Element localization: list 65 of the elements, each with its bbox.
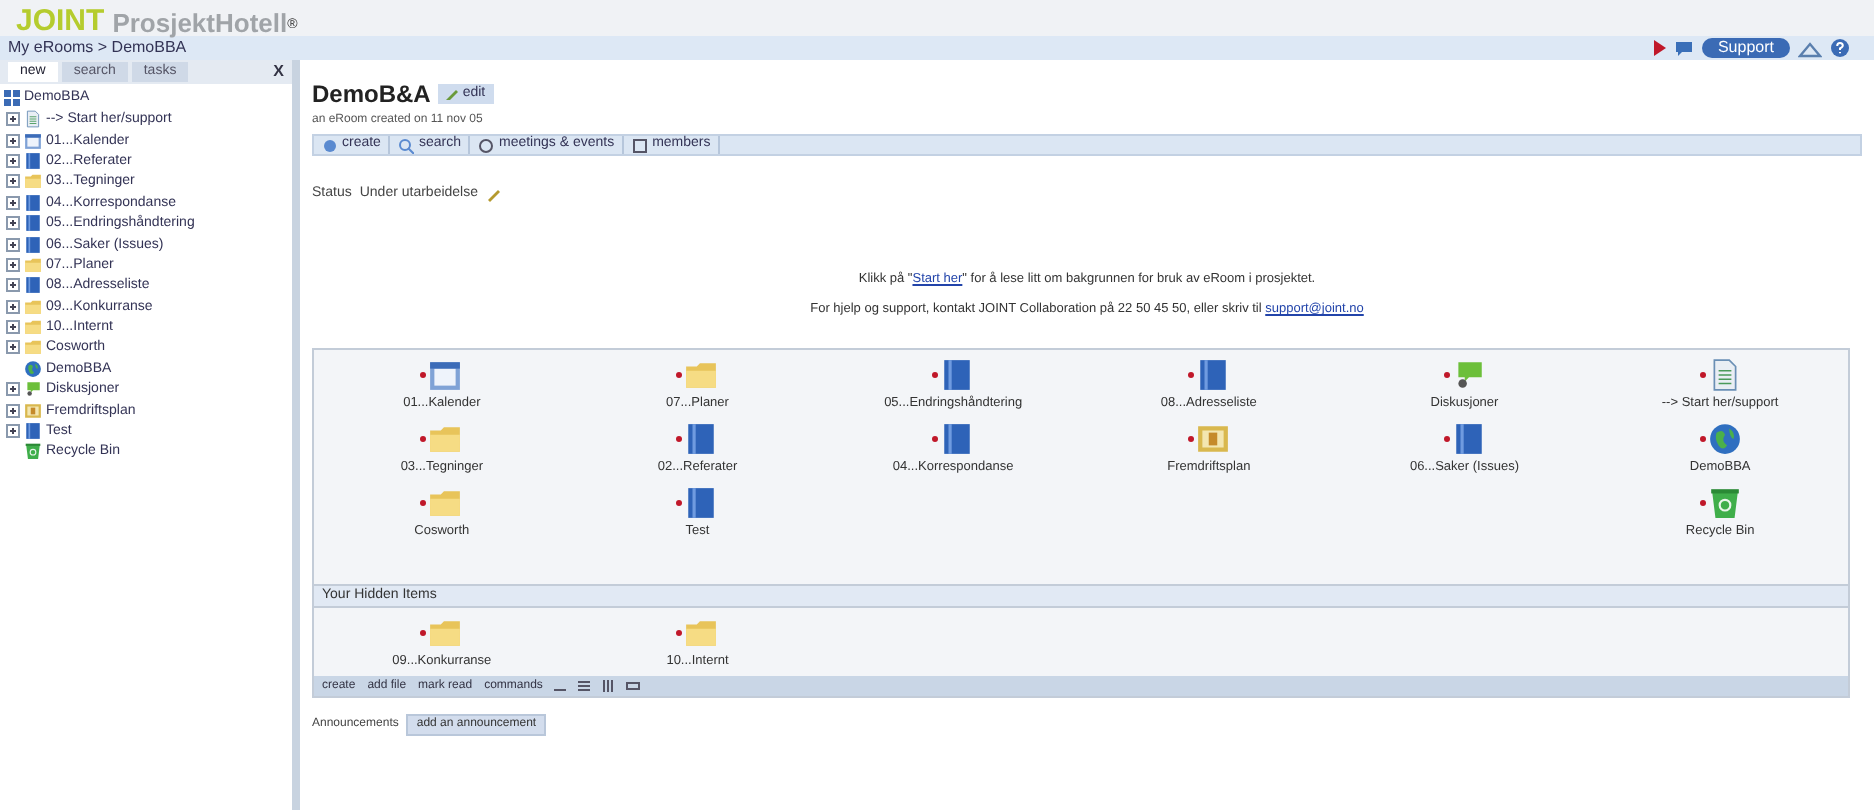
notebook-icon[interactable]	[1195, 358, 1230, 392]
expand-icon[interactable]	[6, 237, 20, 252]
marker-icon[interactable]	[420, 435, 427, 442]
details-view-icon[interactable]	[578, 680, 591, 692]
logo-text: JOINT	[16, 6, 105, 36]
expand-icon[interactable]	[6, 320, 20, 335]
expand-icon[interactable]	[6, 278, 20, 293]
search-icon[interactable]	[398, 137, 415, 153]
support-button[interactable]: Support	[1701, 38, 1790, 58]
calendar-icon[interactable]	[428, 358, 463, 392]
pencil-icon[interactable]	[486, 187, 503, 202]
room-title: DemoB&A	[312, 78, 431, 112]
expand-icon[interactable]	[6, 216, 20, 231]
calendar-icon[interactable]	[24, 131, 42, 150]
marker-icon[interactable]	[420, 630, 427, 637]
speech-bubble-icon[interactable]	[24, 380, 42, 399]
notebook-icon[interactable]	[940, 358, 975, 392]
marker-icon[interactable]	[1443, 372, 1450, 378]
chat-icon[interactable]	[1673, 39, 1694, 57]
marker-icon[interactable]	[420, 499, 427, 505]
notebook-icon[interactable]	[24, 235, 42, 254]
notebook-icon[interactable]	[1451, 421, 1486, 456]
expand-icon[interactable]	[6, 340, 20, 355]
globe-icon[interactable]	[24, 359, 42, 378]
marker-icon[interactable]	[1443, 435, 1450, 442]
expand-icon[interactable]	[6, 299, 20, 314]
marker-icon[interactable]	[676, 372, 683, 378]
room-icon[interactable]	[4, 90, 20, 107]
marker-icon[interactable]	[676, 435, 683, 442]
marker-icon[interactable]	[1187, 372, 1194, 378]
marker-icon[interactable]	[1699, 499, 1706, 505]
logo-text: ProsjektHotell	[112, 10, 288, 36]
arrow-icon[interactable]	[1653, 40, 1666, 56]
marker-icon[interactable]	[420, 372, 427, 378]
recycle-bin-icon[interactable]	[1707, 485, 1742, 519]
expand-icon[interactable]	[6, 112, 20, 127]
notebook-icon[interactable]	[24, 214, 42, 233]
close-button[interactable]: X	[273, 62, 284, 82]
help-icon[interactable]	[1830, 38, 1850, 58]
marker-icon[interactable]	[676, 499, 683, 505]
expand-icon[interactable]	[6, 257, 20, 272]
notebook-icon[interactable]	[24, 151, 42, 170]
expand-icon[interactable]	[6, 133, 20, 148]
breadcrumb[interactable]: My eRooms > DemoBBA	[8, 36, 187, 60]
expand-icon[interactable]	[6, 153, 20, 168]
marker-icon[interactable]	[1699, 372, 1706, 378]
notebook-icon[interactable]	[684, 421, 719, 456]
notebook-icon[interactable]	[24, 422, 42, 441]
notebook-icon[interactable]	[940, 421, 975, 456]
expand-icon[interactable]	[6, 382, 20, 397]
marker-icon[interactable]	[1699, 435, 1706, 442]
expand-icon[interactable]	[6, 174, 20, 189]
recycle-bin-icon[interactable]	[24, 442, 42, 461]
plan-icon[interactable]	[1195, 421, 1230, 456]
marker-icon[interactable]	[676, 630, 683, 637]
marker-icon[interactable]	[932, 435, 939, 442]
notebook-icon[interactable]	[24, 193, 42, 212]
notebook-icon[interactable]	[24, 276, 42, 295]
expand-icon[interactable]	[6, 424, 20, 439]
expand-icon[interactable]	[6, 195, 20, 210]
expand-icon[interactable]	[6, 403, 20, 418]
globe-icon[interactable]	[1707, 421, 1742, 456]
notebook-icon[interactable]	[684, 485, 719, 519]
marker-icon[interactable]	[1187, 435, 1194, 442]
marker-icon[interactable]	[932, 372, 939, 378]
